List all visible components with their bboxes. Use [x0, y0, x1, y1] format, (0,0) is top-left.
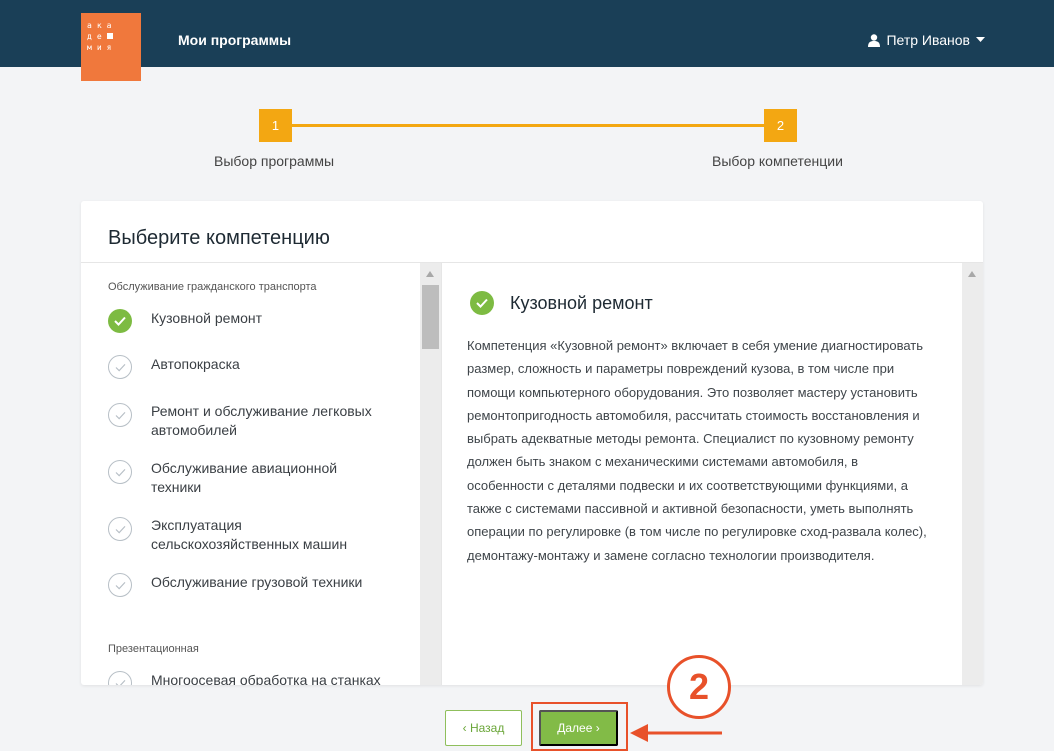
competence-label: Многоосевая обработка на станках — [151, 672, 381, 685]
card-title: Выберите компетенцию — [108, 227, 330, 249]
annotation-arrow-icon — [630, 724, 722, 742]
competence-label: Кузовной ремонт — [151, 310, 262, 326]
competence-item-car-service[interactable]: Ремонт и обслуживание легковых автомобил… — [108, 402, 408, 440]
stepper-connector — [292, 124, 765, 127]
competence-card: Выберите компетенцию Обслуживание гражда… — [81, 201, 983, 685]
progress-stepper: 1 2 Выбор программы Выбор компетенции — [0, 0, 1054, 180]
detail-title: Кузовной ремонт — [510, 292, 653, 313]
step-2-number: 2 — [764, 109, 797, 142]
competence-item-aviation[interactable]: Обслуживание авиационной техники — [108, 459, 408, 497]
detail-description: Компетенция «Кузовной ремонт» включает в… — [467, 338, 927, 563]
check-circle-outline-icon — [108, 517, 132, 541]
check-circle-outline-icon — [108, 355, 132, 379]
competence-item-agri-machines[interactable]: Эксплуатация сельскохозяйственных машин — [108, 516, 408, 554]
check-circle-icon — [470, 291, 494, 315]
check-circle-outline-icon — [108, 573, 132, 597]
detail-header: Кузовной ремонт — [470, 291, 653, 315]
competence-label: Автопокраска — [151, 356, 240, 372]
annotation-step-badge: 2 — [667, 655, 731, 719]
scroll-up-icon[interactable] — [968, 271, 976, 277]
check-circle-outline-icon — [108, 460, 132, 484]
check-circle-icon — [108, 309, 132, 333]
competence-label: Эксплуатация сельскохозяйственных машин — [151, 517, 348, 552]
competence-item-body-repair[interactable]: Кузовной ремонт — [108, 309, 408, 333]
competence-label: Обслуживание авиационной техники — [151, 460, 338, 495]
competence-label: Ремонт и обслуживание легковых автомобил… — [151, 403, 372, 438]
scroll-thumb[interactable] — [422, 285, 439, 349]
competence-label: Обслуживание грузовой техники — [151, 574, 363, 590]
step-2-label: Выбор компетенции — [712, 153, 843, 169]
back-button[interactable]: ‹ Назад — [445, 710, 522, 746]
competence-detail: Кузовной ремонт Компетенция «Кузовной ре… — [441, 263, 962, 685]
competence-item-truck-service[interactable]: Обслуживание грузовой техники — [108, 573, 408, 597]
group-title: Презентационная — [108, 643, 199, 655]
competence-list: Обслуживание гражданского транспорта Куз… — [81, 263, 441, 685]
step-1-number: 1 — [259, 109, 292, 142]
annotation-highlight-box — [531, 702, 628, 751]
step-1-label: Выбор программы — [214, 153, 335, 169]
check-circle-outline-icon — [108, 671, 132, 685]
list-scrollbar[interactable] — [420, 263, 441, 685]
scroll-up-icon[interactable] — [426, 271, 434, 277]
group-title: Обслуживание гражданского транспорта — [108, 281, 317, 293]
check-circle-outline-icon — [108, 403, 132, 427]
competence-item-cnc[interactable]: Многоосевая обработка на станках — [108, 671, 408, 685]
detail-scrollbar[interactable] — [962, 263, 983, 685]
competence-item-painting[interactable]: Автопокраска — [108, 355, 408, 379]
